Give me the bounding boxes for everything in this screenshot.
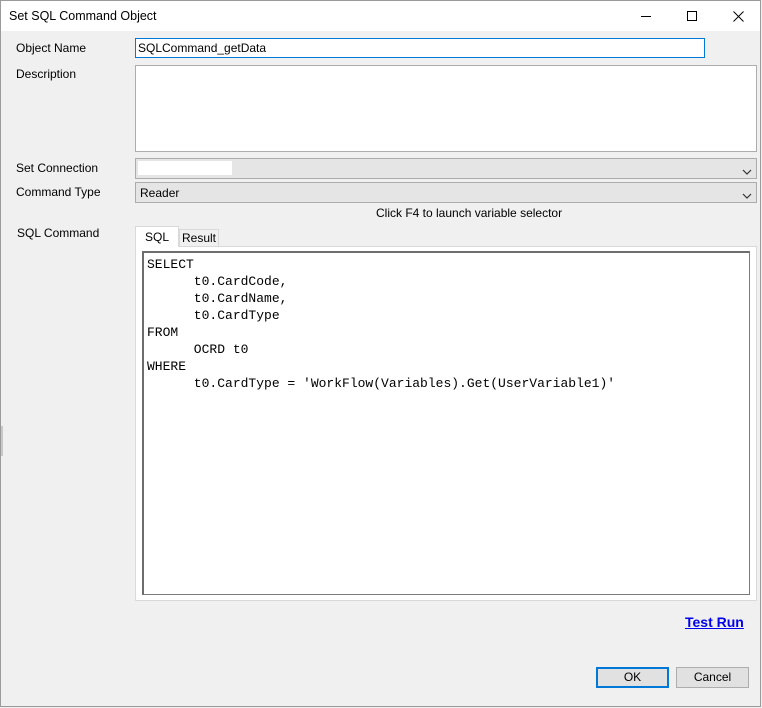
- set-connection-dropdown[interactable]: [135, 158, 757, 179]
- tab-sql[interactable]: SQL: [135, 226, 179, 247]
- description-label: Description: [16, 67, 77, 81]
- code-line: t0.CardType = 'WorkFlow(Variables).Get(U…: [147, 376, 616, 391]
- window-edge-marker: [1, 426, 3, 456]
- connection-value-field: [138, 161, 232, 175]
- code-line: t0.CardCode,: [147, 274, 288, 289]
- chevron-down-icon: [742, 189, 752, 203]
- object-name-label: Object Name: [16, 41, 87, 55]
- command-type-dropdown[interactable]: Reader: [135, 182, 757, 203]
- minimize-icon: [640, 11, 652, 22]
- window-title: Set SQL Command Object: [9, 9, 157, 23]
- code-line: t0.CardType: [147, 308, 280, 323]
- code-line: t0.CardName,: [147, 291, 288, 306]
- maximize-button[interactable]: [669, 1, 715, 31]
- sql-command-label: SQL Command: [17, 226, 100, 240]
- sql-editor[interactable]: SELECT t0.CardCode, t0.CardName, t0.Card…: [142, 251, 750, 595]
- command-type-label: Command Type: [16, 185, 101, 199]
- command-type-value: Reader: [140, 186, 180, 200]
- object-name-input[interactable]: [135, 38, 705, 58]
- maximize-icon: [686, 10, 698, 22]
- set-connection-label: Set Connection: [16, 161, 99, 175]
- dialog-window: Set SQL Command Object Object Name Descr…: [0, 0, 761, 707]
- code-line: WHERE: [147, 359, 187, 374]
- variable-selector-hint: Click F4 to launch variable selector: [376, 206, 563, 220]
- code-line: FROM: [147, 325, 179, 340]
- ok-button[interactable]: OK: [596, 667, 669, 688]
- cancel-button[interactable]: Cancel: [676, 667, 749, 688]
- code-line: SELECT: [147, 257, 194, 272]
- test-run-link[interactable]: Test Run: [685, 614, 744, 630]
- code-line: OCRD t0: [147, 342, 249, 357]
- description-textarea[interactable]: [135, 65, 757, 152]
- minimize-button[interactable]: [623, 1, 669, 31]
- close-icon: [732, 10, 744, 22]
- close-button[interactable]: [715, 1, 761, 31]
- tab-result[interactable]: Result: [179, 229, 219, 247]
- title-bar: Set SQL Command Object: [1, 1, 760, 31]
- chevron-down-icon: [742, 165, 752, 179]
